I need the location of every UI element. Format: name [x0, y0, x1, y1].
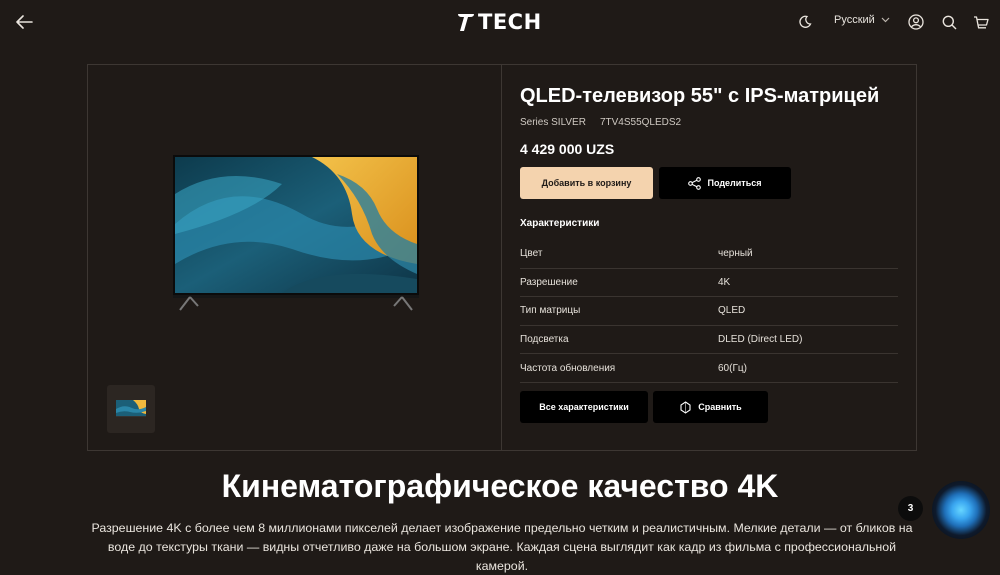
spec-value: черный — [718, 248, 753, 260]
compare-label: Сравнить — [698, 402, 742, 412]
compare-icon — [680, 400, 691, 414]
share-icon — [688, 176, 702, 190]
product-price: 4 429 000 UZS — [520, 141, 615, 157]
specs-table: Цвет черный Разрешение 4K Тип матрицы QL… — [520, 240, 898, 383]
moon-icon[interactable] — [795, 12, 815, 32]
product-info: QLED-телевизор 55" с IPS-матрицей Series… — [520, 65, 900, 450]
product-meta: Series SILVER 7TV4S55QLEDS2 — [520, 117, 681, 128]
language-label: Русский — [834, 14, 875, 26]
spec-row: Подсветка DLED (Direct LED) — [520, 326, 898, 355]
product-gallery — [88, 65, 502, 450]
spec-value: 4K — [718, 276, 731, 288]
product-card: QLED-телевизор 55" с IPS-матрицей Series… — [87, 64, 917, 451]
spec-row: Цвет черный — [520, 240, 898, 269]
all-specs-label: Все характеристики — [539, 402, 629, 412]
spec-value: 60(Гц) — [718, 362, 747, 374]
compare-button[interactable]: Сравнить — [653, 391, 768, 423]
product-thumbnail[interactable] — [107, 385, 155, 433]
chat-orb-icon[interactable] — [932, 481, 990, 539]
product-image[interactable] — [172, 154, 420, 314]
spec-key: Цвет — [520, 248, 543, 260]
chevron-down-icon — [881, 17, 890, 23]
logo[interactable]: TECH — [456, 9, 542, 35]
add-to-cart-button[interactable]: Добавить в корзину — [520, 167, 653, 199]
spec-key: Тип матрицы — [520, 305, 581, 317]
spec-row: Разрешение 4K — [520, 269, 898, 298]
language-selector[interactable]: Русский — [834, 14, 890, 26]
all-specs-button[interactable]: Все характеристики — [520, 391, 648, 423]
header: TECH Русский — [0, 0, 1000, 44]
spec-value: DLED (Direct LED) — [718, 334, 803, 346]
product-sku: 7TV4S55QLEDS2 — [599, 117, 682, 128]
spec-row: Частота обновления 60(Гц) — [520, 354, 898, 383]
share-button[interactable]: Поделиться — [659, 167, 791, 199]
share-label: Поделиться — [707, 178, 762, 188]
section-text: Разрешение 4K с более чем 8 миллионами п… — [91, 521, 913, 573]
cart-icon[interactable] — [971, 12, 991, 32]
logo-text: TECH — [478, 10, 542, 34]
section-title: Кинематографическое качество 4K — [221, 468, 779, 504]
spec-value: QLED — [718, 305, 746, 317]
specs-title: Характеристики — [520, 218, 600, 229]
spec-row: Тип матрицы QLED — [520, 297, 898, 326]
spec-key: Разрешение — [520, 276, 578, 288]
chat-badge: 3 — [898, 496, 923, 521]
user-icon[interactable] — [906, 12, 926, 32]
product-series: Series SILVER — [520, 117, 586, 128]
spec-key: Частота обновления — [520, 362, 616, 374]
add-to-cart-label: Добавить в корзину — [541, 178, 632, 188]
product-title: QLED-телевизор 55" с IPS-матрицей — [520, 85, 880, 107]
back-arrow-icon[interactable] — [13, 11, 35, 33]
logo-icon — [458, 14, 474, 31]
search-icon[interactable] — [939, 12, 959, 32]
spec-key: Подсветка — [520, 334, 569, 346]
